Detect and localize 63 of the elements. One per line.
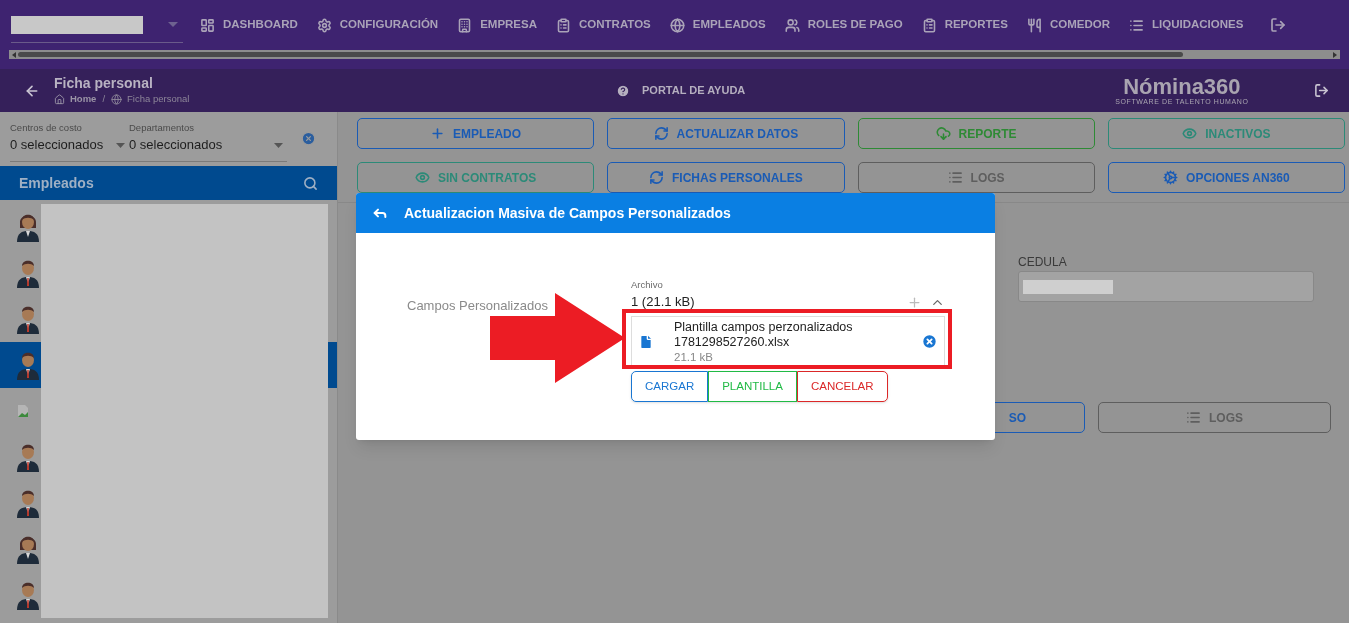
dialog-header: Actualizacion Masiva de Campos Personalizados	[356, 193, 995, 233]
file-icon	[638, 333, 654, 350]
building-icon	[457, 17, 473, 33]
refresh-icon	[649, 170, 665, 185]
nav-item[interactable]: EMPLEADOS	[669, 16, 766, 34]
field-label: CEDULA	[1018, 254, 1068, 271]
list-icon	[1186, 410, 1201, 425]
page-title: Ficha personal	[54, 74, 154, 92]
list-header: Empleados	[0, 166, 337, 200]
dropdown-icon	[168, 21, 178, 28]
file-name: Plantilla campos perzonalizados 1781298527260.xlsx	[674, 319, 854, 350]
nav-item[interactable]: ROLES DE PAGO	[784, 16, 903, 34]
breadcrumb-current: Ficha personal	[127, 91, 190, 106]
add-icon[interactable]	[907, 294, 922, 310]
dialog-button[interactable]: CANCELAR	[796, 370, 888, 402]
scroll-left-icon[interactable]	[12, 51, 16, 58]
clipboard-icon	[921, 17, 937, 33]
home-icon	[54, 93, 65, 105]
uploader-caption: Archivo	[631, 278, 664, 292]
clipboard-icon	[556, 17, 571, 33]
cloud-download-icon	[935, 126, 951, 141]
nav-item[interactable]: EMPRESA	[457, 16, 537, 34]
eye-icon	[1182, 126, 1198, 141]
people-icon	[784, 17, 800, 33]
nav-item[interactable]: REPORTES	[921, 16, 1008, 34]
text-field[interactable]	[1018, 271, 1314, 302]
help-icon	[616, 83, 630, 98]
scroll-right-icon[interactable]	[1333, 51, 1337, 58]
clear-icon[interactable]	[301, 131, 316, 146]
nav-item[interactable]: CONTRATOS	[556, 16, 651, 34]
settings-icon	[1163, 170, 1179, 185]
plus-icon	[430, 126, 446, 141]
broken-image-icon	[16, 404, 30, 418]
dialog-button[interactable]: CARGAR	[631, 370, 709, 402]
filter-select[interactable]: Centros de costo 0 seleccionados	[10, 121, 129, 162]
dialog-button[interactable]: PLANTILLA	[708, 370, 797, 402]
utensils-icon	[1026, 17, 1042, 33]
globe-icon	[669, 17, 685, 33]
eye-icon	[415, 170, 430, 185]
settings-icon	[316, 17, 332, 33]
remove-icon[interactable]	[921, 332, 938, 350]
dashboard-icon	[200, 17, 215, 33]
list-icon	[947, 170, 963, 185]
help-link[interactable]: PORTAL DE AYUDA	[616, 82, 746, 99]
field-label: Campos Personalizados	[407, 298, 548, 313]
search-icon[interactable]	[303, 175, 318, 191]
list-icon	[1128, 17, 1144, 33]
nav-item[interactable]: DASHBOARD	[200, 16, 298, 34]
logout-icon[interactable]	[1270, 17, 1287, 33]
scrollbar[interactable]	[9, 50, 1340, 59]
file-size: 21.1 kB	[674, 349, 714, 365]
logout-icon[interactable]	[1314, 83, 1329, 98]
refresh-icon	[653, 126, 669, 141]
nav-item[interactable]: LIQUIDACIONES	[1128, 16, 1244, 34]
breadcrumb-separator: /	[102, 91, 106, 106]
nav-item[interactable]: CONFIGURACIÓN	[316, 16, 439, 34]
filter-select[interactable]: Departamentos 0 seleccionados	[129, 121, 287, 162]
nav-item[interactable]: COMEDOR	[1026, 16, 1110, 34]
dropdown-icon	[274, 142, 283, 148]
globe-icon	[111, 93, 123, 105]
breadcrumb-link[interactable]: Home	[70, 91, 97, 107]
dropdown-icon	[116, 142, 125, 148]
uploader-summary: 1 (21.1 kB)	[631, 293, 695, 312]
